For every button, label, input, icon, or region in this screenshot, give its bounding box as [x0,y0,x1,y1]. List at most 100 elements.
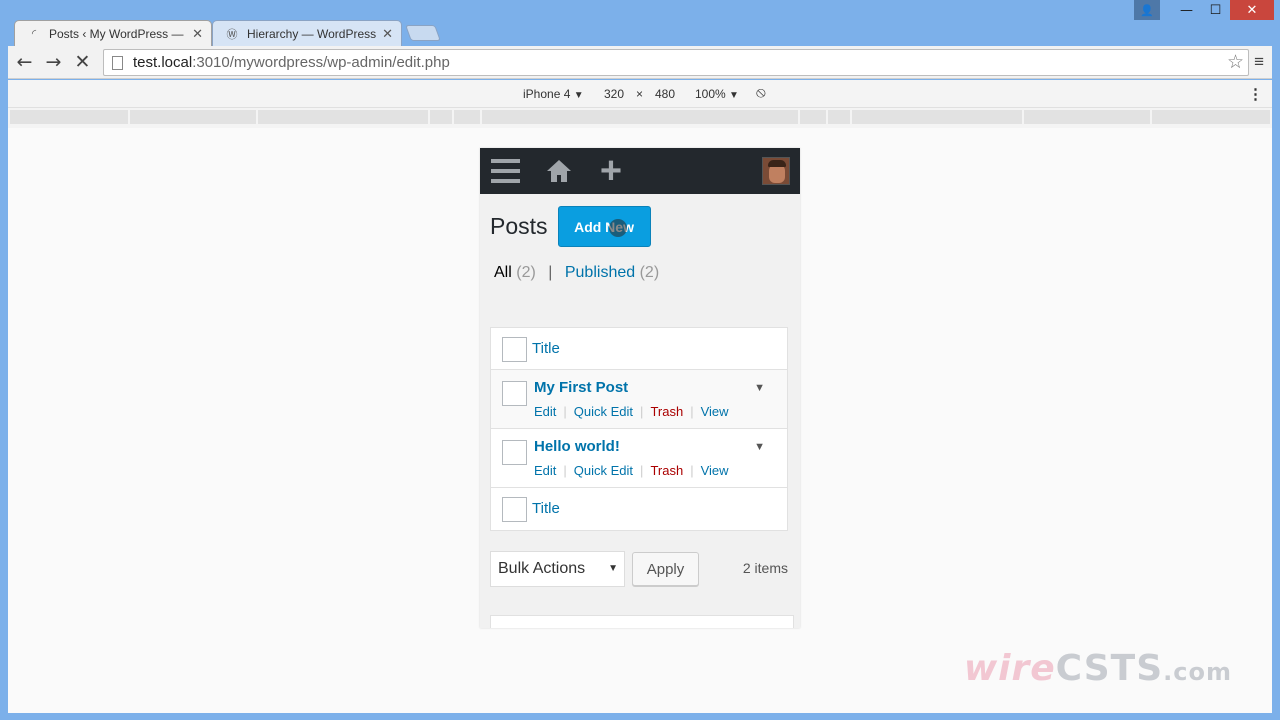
edit-link[interactable]: Edit [534,463,556,478]
quick-edit-link[interactable]: Quick Edit [574,404,633,419]
post-title-link[interactable]: My First Post [534,379,628,396]
tab-hierarchy[interactable]: Ⓦ Hierarchy — WordPress P ✕ [212,20,402,46]
media-query-bar[interactable] [1152,110,1270,124]
tab-posts[interactable]: ◜ Posts ‹ My WordPress — ✕ [14,20,212,46]
filter-published[interactable]: Published [565,264,635,281]
trash-link[interactable]: Trash [650,463,683,478]
forward-button[interactable]: → [39,48,68,77]
browser-toolbar: ← → ✕ test.local:3010/mywordpress/wp-adm… [8,46,1272,79]
zoom-value: 100% [695,87,726,101]
media-query-bar[interactable] [430,110,452,124]
post-title-link[interactable]: Hello world! [534,438,620,455]
row-actions: Edit | Quick Edit | Trash | View [534,463,729,478]
edit-link[interactable]: Edit [534,404,556,419]
table-row: My First Post ▼ Edit | Quick Edit | Trash | Vi… [491,370,787,429]
filter-published-count: (2) [639,264,660,281]
media-query-ruler [8,108,1272,128]
row-checkbox[interactable] [502,440,527,465]
action-separator: | [690,463,694,478]
minimize-button[interactable]: — [1172,0,1201,20]
tab-title: Hierarchy — WordPress P [247,26,377,41]
media-query-bar[interactable] [828,110,850,124]
loading-spinner-icon: ◜ [31,28,37,40]
device-emulation-bar: iPhone 4 ▼ 320 × 480 100% ▼ ⦸ ⋮ [8,80,1272,108]
chevron-down-icon: ▼ [608,563,618,574]
width-input[interactable]: 320 [604,87,624,101]
address-bar[interactable]: test.local:3010/mywordpress/wp-admin/edi… [103,49,1249,76]
watermark-part: wire [963,648,1056,689]
trash-link[interactable]: Trash [650,404,683,419]
filter-all[interactable]: All [494,264,512,281]
emulated-device-screen: + Posts Add New All (2) | Published (2) [480,148,800,628]
view-link[interactable]: View [701,404,729,419]
posts-table: Title My First Post ▼ Edit | Quick Edit | Tr… [490,327,788,531]
chevron-down-icon: ▼ [729,90,739,101]
tab-close-icon[interactable]: ✕ [382,26,393,42]
avatar[interactable] [762,157,790,185]
stop-button[interactable]: ✕ [68,48,97,77]
quick-edit-link[interactable]: Quick Edit [574,463,633,478]
select-all-checkbox[interactable] [502,337,527,362]
items-count: 2 items [742,560,788,576]
rotate-icon[interactable]: ⦸ [756,84,766,101]
action-separator: | [640,463,644,478]
page-viewport: + Posts Add New All (2) | Published (2) [8,128,1272,713]
bulk-actions-label: Bulk Actions [498,560,586,577]
media-query-bar[interactable] [454,110,480,124]
media-query-bar[interactable] [10,110,128,124]
zoom-select[interactable]: 100% ▼ [695,87,739,101]
menu-icon[interactable] [490,156,520,186]
page-title: Posts [490,213,548,239]
wordpress-icon: Ⓦ [226,28,238,41]
action-separator: | [563,463,567,478]
height-input[interactable]: 480 [655,87,675,101]
table-row: Hello world! ▼ Edit | Quick Edit | Trash | Vie… [491,429,787,488]
watermark-part: STS [1083,648,1164,689]
add-new-button[interactable]: Add New [557,206,651,247]
chevron-down-icon: ▼ [573,90,584,101]
filter-separator: | [548,264,553,281]
media-query-bar[interactable] [130,110,256,124]
new-tab-button[interactable] [405,25,441,41]
view-link[interactable]: View [701,463,729,478]
column-title-footer[interactable]: Title [532,500,560,517]
more-options-icon[interactable]: ⋮ [1248,85,1263,103]
media-query-bar[interactable] [852,110,1022,124]
add-new-icon[interactable]: + [596,152,626,190]
mouse-cursor [608,219,627,237]
apply-button[interactable]: Apply [632,552,699,586]
maximize-button[interactable]: ☐ [1201,0,1230,20]
media-query-bar[interactable] [1024,110,1150,124]
close-window-button[interactable]: ✕ [1230,0,1274,20]
wp-admin-bar: + [480,148,800,194]
home-icon[interactable] [544,156,574,186]
media-query-bar[interactable] [258,110,428,124]
select-all-checkbox-footer[interactable] [502,497,527,522]
toggle-row-icon[interactable]: ▼ [754,382,765,394]
row-actions: Edit | Quick Edit | Trash | View [534,404,729,419]
browser-window: 👤 — ☐ ✕ ◜ Posts ‹ My WordPress — ✕ Ⓦ Hie… [0,0,1280,720]
media-query-bar[interactable] [800,110,826,124]
url-host: test.local [133,54,193,71]
times-sign: × [636,87,644,101]
toggle-row-icon[interactable]: ▼ [754,441,765,453]
bookmark-star-icon[interactable]: ☆ [1227,51,1244,74]
chrome-menu-icon[interactable]: ≡ [1254,52,1264,72]
device-select[interactable]: iPhone 4 ▼ [523,87,584,101]
back-button[interactable]: ← [10,48,39,77]
window-controls: 👤 — ☐ ✕ [1134,0,1274,22]
tab-close-icon[interactable]: ✕ [192,26,203,42]
table-header-row: Title [491,328,787,370]
action-separator: | [640,404,644,419]
wirecasts-watermark: wireCSTS.com [964,648,1232,689]
table-nav: Bulk Actions ▼ Apply 2 items [490,551,788,587]
user-profile-icon[interactable]: 👤 [1134,0,1160,20]
bulk-actions-select[interactable]: Bulk Actions ▼ [490,551,625,587]
row-checkbox[interactable] [502,381,527,406]
url-path: :3010/mywordpress/wp-admin/edit.php [192,54,450,71]
action-separator: | [563,404,567,419]
media-query-bar[interactable] [482,110,798,124]
next-section-box [490,615,794,628]
page-icon [112,55,123,70]
column-title-header[interactable]: Title [532,340,560,357]
